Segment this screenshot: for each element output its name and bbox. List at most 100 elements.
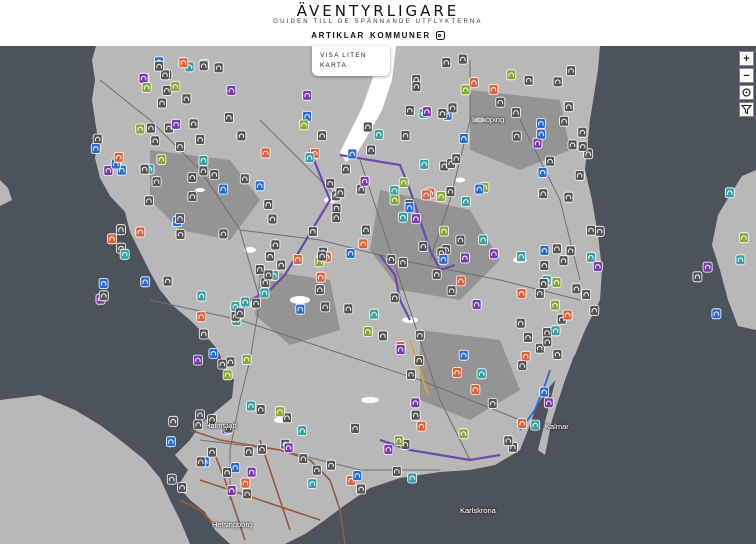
map-marker[interactable] xyxy=(240,296,251,308)
map-marker[interactable] xyxy=(369,308,380,320)
map-marker[interactable] xyxy=(558,255,569,267)
map-marker[interactable] xyxy=(175,213,185,224)
map-marker[interactable] xyxy=(389,292,400,304)
map-marker[interactable] xyxy=(410,409,421,421)
map-marker[interactable] xyxy=(550,299,560,311)
map-marker[interactable] xyxy=(724,187,735,199)
map-marker[interactable] xyxy=(406,369,416,380)
map-marker[interactable] xyxy=(692,271,703,283)
map-marker[interactable] xyxy=(359,175,370,187)
map-marker[interactable] xyxy=(471,299,482,311)
map-marker[interactable] xyxy=(506,69,517,81)
zoom-in-button[interactable]: + xyxy=(739,51,754,66)
map-marker[interactable] xyxy=(246,466,257,478)
map-marker[interactable] xyxy=(270,239,281,251)
map-marker[interactable] xyxy=(315,271,326,283)
map-marker[interactable] xyxy=(581,289,592,300)
map-marker[interactable] xyxy=(478,234,489,246)
map-marker[interactable] xyxy=(373,129,384,140)
map-marker[interactable] xyxy=(537,166,548,178)
map-marker[interactable] xyxy=(517,418,527,429)
map-marker[interactable] xyxy=(542,336,553,348)
map-marker[interactable] xyxy=(431,269,442,280)
map-marker[interactable] xyxy=(702,261,713,273)
map-marker[interactable] xyxy=(358,238,369,250)
map-marker[interactable] xyxy=(340,163,351,175)
map-marker[interactable] xyxy=(445,186,456,198)
map-marker[interactable] xyxy=(135,123,146,135)
map-marker[interactable] xyxy=(107,233,117,245)
map-marker[interactable] xyxy=(577,140,588,152)
nav-articles-link[interactable]: ARTIKLAR xyxy=(311,31,365,40)
map-marker[interactable] xyxy=(416,420,427,432)
map-marker[interactable] xyxy=(552,243,562,255)
map-marker[interactable] xyxy=(523,74,534,86)
map-marker[interactable] xyxy=(226,85,237,96)
map-marker[interactable] xyxy=(230,462,241,474)
map-marker[interactable] xyxy=(436,191,446,202)
map-marker[interactable] xyxy=(458,133,469,144)
map-canvas[interactable]: Linköping Halmstad Helsingborg Karlskron… xyxy=(0,46,756,544)
map-marker[interactable] xyxy=(495,96,506,108)
map-marker[interactable] xyxy=(259,287,270,299)
map-marker[interactable] xyxy=(347,148,358,160)
map-marker[interactable] xyxy=(178,57,189,69)
map-marker[interactable] xyxy=(343,303,354,315)
map-marker[interactable] xyxy=(161,85,172,96)
map-marker[interactable] xyxy=(539,244,550,256)
map-marker[interactable] xyxy=(314,284,325,296)
map-marker[interactable] xyxy=(138,72,149,84)
map-marker[interactable] xyxy=(563,101,574,113)
map-marker[interactable] xyxy=(260,147,271,159)
map-marker[interactable] xyxy=(503,435,514,447)
map-marker[interactable] xyxy=(98,290,109,302)
map-marker[interactable] xyxy=(292,253,303,265)
map-marker[interactable] xyxy=(552,348,563,360)
map-marker[interactable] xyxy=(298,453,309,465)
map-marker[interactable] xyxy=(242,488,253,500)
map-marker[interactable] xyxy=(307,226,318,237)
map-marker[interactable] xyxy=(175,140,185,152)
map-marker[interactable] xyxy=(439,225,450,237)
map-marker[interactable] xyxy=(516,251,526,263)
map-marker[interactable] xyxy=(520,350,531,362)
map-marker[interactable] xyxy=(222,467,233,478)
map-marker[interactable] xyxy=(458,349,469,361)
map-marker[interactable] xyxy=(207,446,217,458)
map-marker[interactable] xyxy=(395,344,406,356)
map-marker[interactable] xyxy=(517,360,528,372)
map-marker[interactable] xyxy=(317,250,328,262)
map-marker[interactable] xyxy=(157,97,167,109)
map-marker[interactable] xyxy=(586,251,596,263)
map-marker[interactable] xyxy=(511,130,522,142)
map-marker[interactable] xyxy=(350,422,361,434)
map-marker[interactable] xyxy=(438,253,449,265)
map-marker[interactable] xyxy=(156,154,167,165)
map-marker[interactable] xyxy=(577,126,588,138)
map-marker[interactable] xyxy=(168,415,179,427)
map-marker[interactable] xyxy=(225,356,236,368)
map-marker[interactable] xyxy=(218,228,229,240)
map-marker[interactable] xyxy=(383,443,394,455)
map-marker[interactable] xyxy=(170,81,181,92)
map-marker[interactable] xyxy=(510,107,521,118)
map-marker[interactable] xyxy=(539,386,550,398)
map-marker[interactable] xyxy=(113,151,124,163)
map-marker[interactable] xyxy=(488,84,499,95)
map-marker[interactable] xyxy=(150,135,161,147)
map-marker[interactable] xyxy=(90,143,101,154)
map-marker[interactable] xyxy=(566,65,576,77)
map-marker[interactable] xyxy=(317,130,328,142)
map-marker[interactable] xyxy=(263,199,274,210)
map-marker[interactable] xyxy=(254,180,265,192)
instagram-icon[interactable] xyxy=(435,31,445,40)
map-marker[interactable] xyxy=(241,354,252,365)
map-marker[interactable] xyxy=(459,252,470,264)
map-marker[interactable] xyxy=(141,82,152,93)
map-marker[interactable] xyxy=(551,277,562,288)
map-marker[interactable] xyxy=(362,326,373,338)
map-marker[interactable] xyxy=(474,183,485,195)
map-marker[interactable] xyxy=(331,212,342,224)
map-marker[interactable] xyxy=(552,76,563,88)
map-marker[interactable] xyxy=(488,248,499,260)
